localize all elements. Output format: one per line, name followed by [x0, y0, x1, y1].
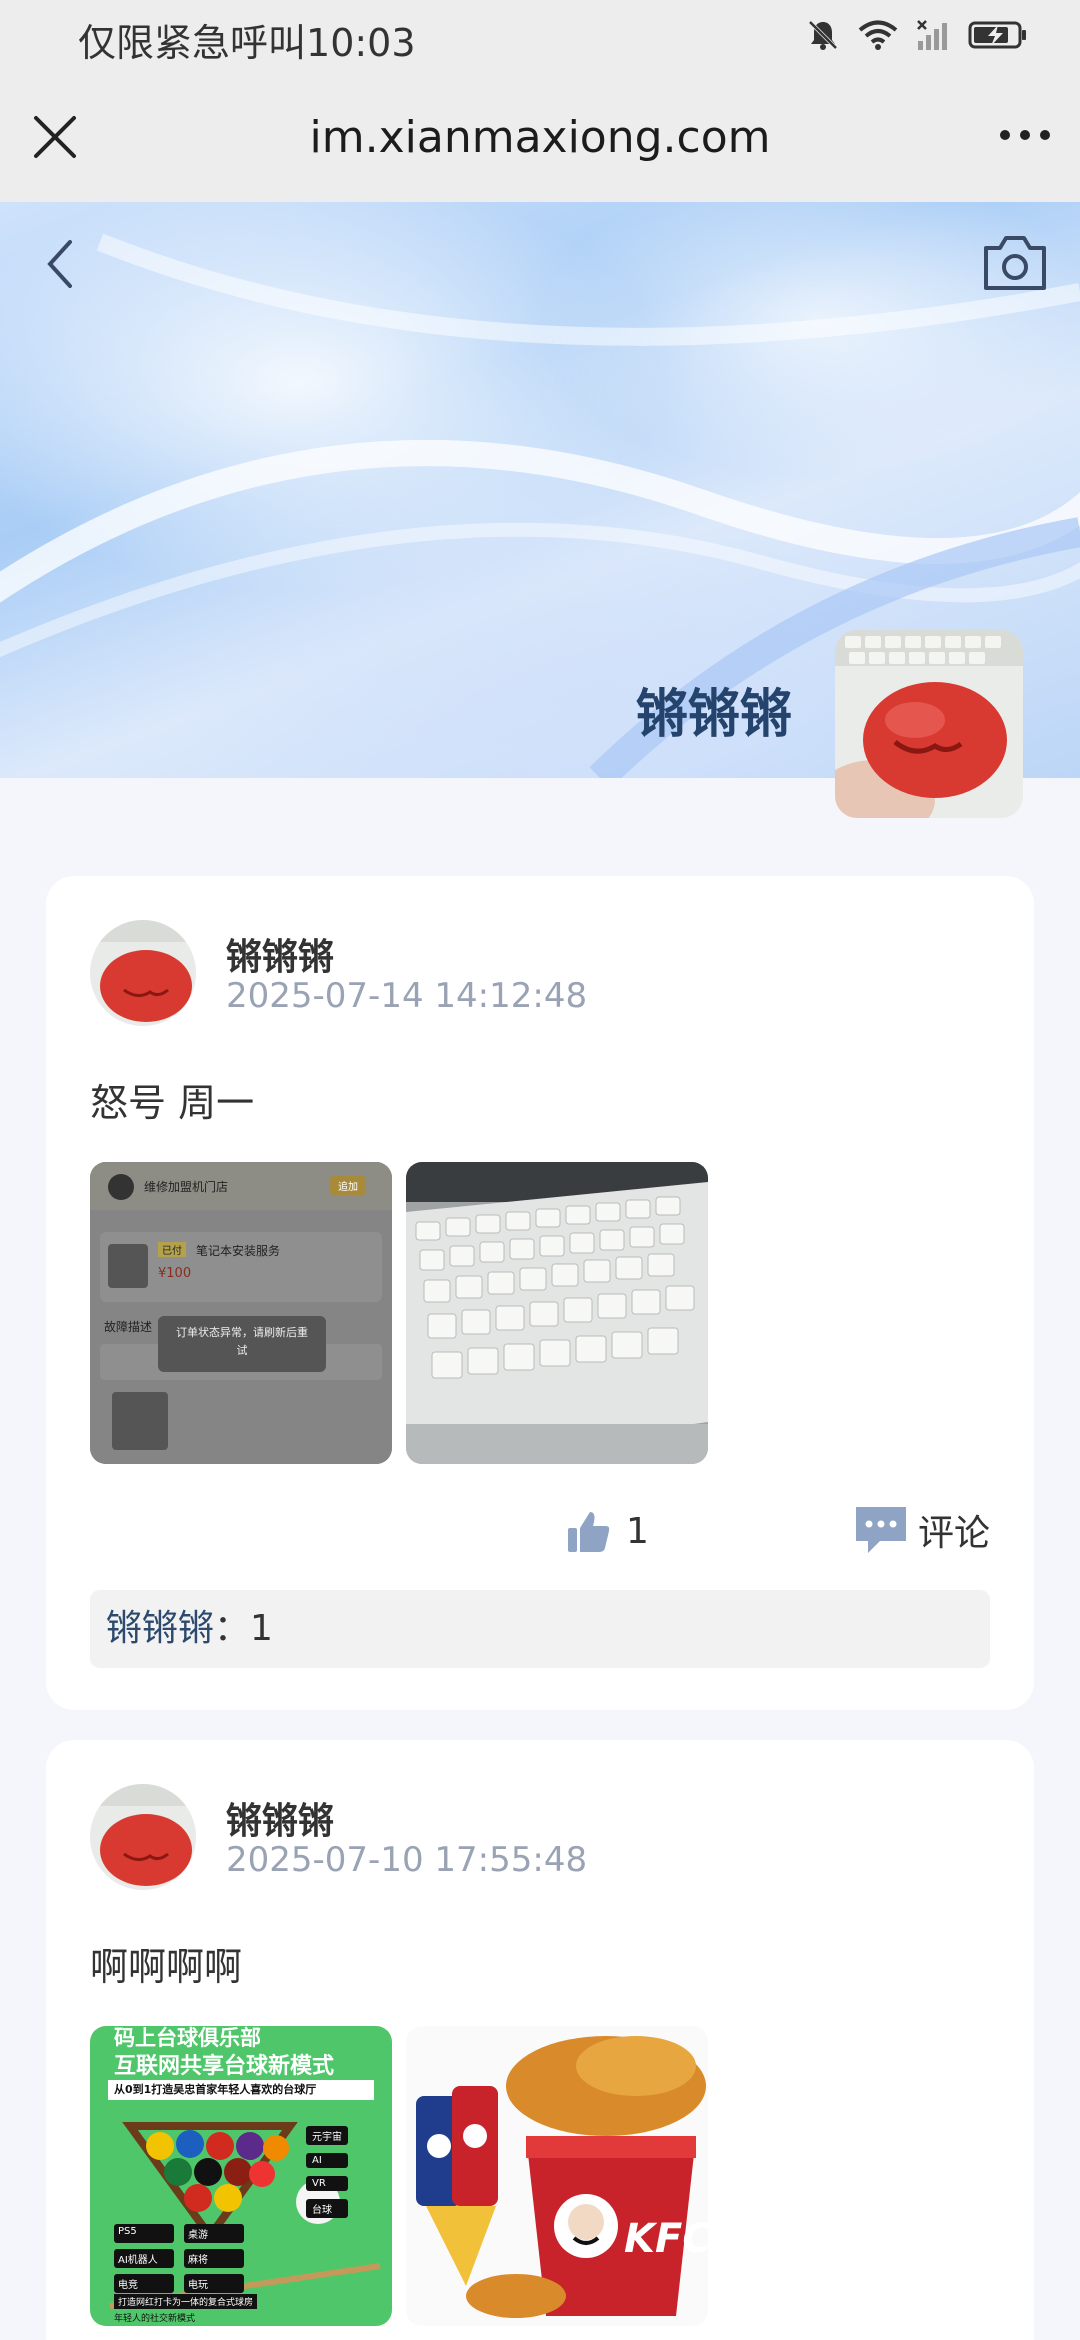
kfc-logo-text: KFC — [624, 2216, 708, 2262]
screenshot-button: 追加 — [330, 1176, 366, 1195]
status-time: 10:03 — [306, 21, 416, 65]
signal-icon — [917, 20, 947, 50]
post-author[interactable]: 锵锵锵 — [226, 928, 334, 980]
battery-charging-icon — [968, 21, 1026, 49]
post-author[interactable]: 锵锵锵 — [226, 1792, 334, 1844]
thumbs-up-icon — [568, 1512, 610, 1552]
kfc-photo — [406, 2026, 708, 2326]
tomato-photo — [90, 920, 196, 1026]
comment-button[interactable]: 评论 — [854, 1504, 990, 1556]
screenshot-header: 维修加盟机门店 追加 — [90, 1162, 392, 1210]
post-image[interactable]: KFC — [406, 2026, 708, 2326]
like-button[interactable]: 1 — [566, 1508, 649, 1554]
profile-avatar[interactable] — [835, 630, 1023, 818]
tomato-photo — [90, 1784, 196, 1890]
avatar[interactable] — [90, 1784, 196, 1890]
comment-list: 锵锵锵：1 — [90, 1590, 990, 1668]
screenshot-title: 维修加盟机门店 — [144, 1180, 229, 1194]
keyboard-photo — [406, 1162, 708, 1464]
post-time: 2025-07-14 14:12:48 — [226, 976, 588, 1016]
like-count: 1 — [626, 1510, 649, 1552]
comment-icon — [855, 1507, 906, 1553]
post-image[interactable] — [406, 1162, 708, 1464]
comment-label: 评论 — [917, 1513, 990, 1554]
post-time: 2025-07-10 17:55:48 — [226, 1840, 588, 1880]
camera-icon[interactable] — [980, 230, 1050, 294]
carrier-text: 仅限紧急呼叫 — [78, 21, 307, 65]
status-icons — [806, 18, 1028, 52]
tomato-photo — [835, 630, 1023, 818]
profile-name: 锵锵锵 — [635, 685, 792, 745]
status-bar: 仅限紧急呼叫10:03 — [0, 0, 1080, 72]
post-image[interactable]: 维修加盟机门店 追加 已付 笔记本安装服务 ¥100 故障描述 订单状态异常，请… — [90, 1162, 392, 1464]
page-url: im.xianmaxiong.com — [309, 112, 771, 163]
comment-separator: ： — [214, 1608, 251, 1649]
comment-author[interactable]: 锵锵锵 — [106, 1608, 214, 1649]
avatar[interactable] — [90, 920, 196, 1026]
chevron-left-icon[interactable] — [40, 234, 80, 294]
post-card: 锵锵锵 2025-07-14 14:12:48 怒号 周一 维修加盟机门店 追加… — [46, 876, 1034, 1710]
browser-toolbar: im.xianmaxiong.com — [0, 72, 1080, 202]
bell-muted-icon — [808, 20, 838, 50]
more-icon[interactable] — [1000, 130, 1050, 140]
post-content: 怒号 周一 — [90, 1081, 255, 1125]
screenshot-toast: 订单状态异常，请刷新后重试 — [158, 1316, 326, 1372]
wifi-icon — [858, 20, 898, 50]
post-content: 啊啊啊啊 — [90, 1945, 243, 1989]
post-image[interactable]: 码上台球俱乐部 互联网共享台球新模式 从0到1打造吴忠首家年轻人喜欢的台球厅 元… — [90, 2026, 392, 2326]
post-card: 锵锵锵 2025-07-10 17:55:48 啊啊啊啊 码上台球俱乐部 互联网… — [46, 1740, 1034, 2340]
comment-text: 1 — [250, 1608, 273, 1649]
screenshot-service: 已付 笔记本安装服务 ¥100 — [100, 1232, 382, 1302]
status-left: 仅限紧急呼叫10:03 — [78, 12, 416, 67]
